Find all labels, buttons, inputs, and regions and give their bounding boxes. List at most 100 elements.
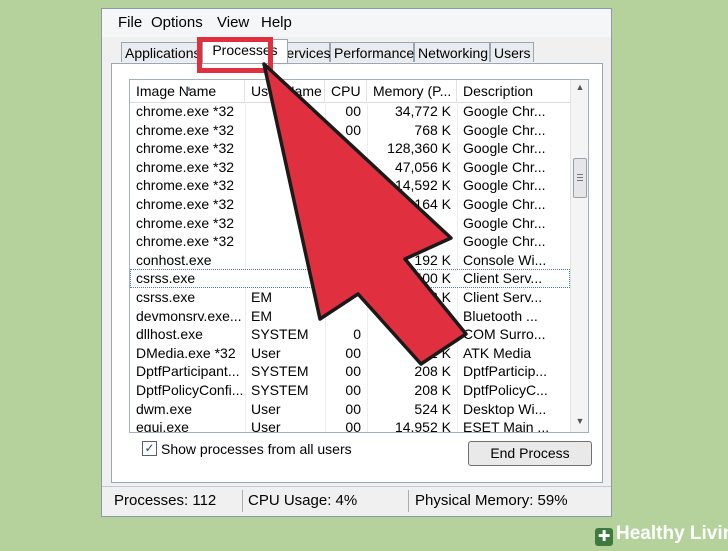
cpu-cell: 00 bbox=[345, 382, 361, 398]
status-cpu: CPU Usage: 4% bbox=[248, 492, 358, 509]
table-row[interactable]: chrome.exe *32 Google Chr... bbox=[130, 232, 570, 251]
process-list[interactable]: Image Name ▲ User Name CPU Memory (P... … bbox=[129, 79, 589, 433]
scroll-down-arrow-icon[interactable]: ▼ bbox=[571, 416, 588, 430]
column-user-name[interactable]: User Name bbox=[245, 80, 325, 102]
cpu-cell: 00 bbox=[345, 121, 361, 138]
description-cell: ATK Media bbox=[463, 344, 532, 361]
table-row[interactable]: chrome.exe *32 164 K Google Chr... bbox=[130, 195, 570, 214]
scroll-up-arrow-icon[interactable]: ▲ bbox=[571, 82, 588, 96]
cpu-cell: 0 bbox=[353, 326, 361, 343]
menu-options[interactable]: Options bbox=[151, 14, 203, 31]
tab-applications[interactable]: Applications bbox=[121, 42, 201, 62]
table-row[interactable]: DptfParticipant... SYSTEM 00 208 K DptfParti… bbox=[130, 362, 570, 381]
table-row[interactable]: chrome.exe *32 47,056 K Google Chr... bbox=[130, 158, 570, 177]
column-image-name[interactable]: Image Name ▲ bbox=[130, 80, 245, 102]
table-row[interactable]: conhost.exe 192 K Console Wi... bbox=[130, 251, 570, 270]
table-row[interactable]: DptfPolicyConfi... SYSTEM 00 208 K DptfPolic… bbox=[130, 381, 570, 400]
table-row[interactable]: chrome.exe *32 00 768 K Google Chr... bbox=[130, 121, 570, 140]
column-cpu[interactable]: CPU bbox=[325, 80, 367, 102]
user-name-cell: EM bbox=[251, 289, 272, 305]
memory-cell: 208 K bbox=[414, 382, 451, 398]
column-image-name-label: Image Name bbox=[136, 83, 217, 99]
cpu-cell: 00 bbox=[345, 103, 361, 119]
tab-performance[interactable]: Performance bbox=[330, 42, 414, 62]
memory-cell: 14,592 K bbox=[394, 177, 451, 194]
description-cell: Google Chr... bbox=[463, 103, 546, 119]
status-processes: Processes: 112 bbox=[114, 492, 217, 509]
table-row[interactable]: chrome.exe *32 Google Chr... bbox=[130, 214, 570, 233]
table-row[interactable]: egui.exe User 00 14,952 K ESET Main ... bbox=[130, 418, 570, 433]
memory-cell: 1,400 K bbox=[402, 270, 451, 287]
vertical-scrollbar[interactable]: ▲ ▼ bbox=[570, 80, 588, 432]
description-cell: Desktop Wi... bbox=[463, 400, 547, 417]
user-name-cell: User bbox=[251, 344, 281, 361]
description-cell: Google Chr... bbox=[463, 214, 546, 231]
memory-cell: 34,772 K bbox=[394, 103, 451, 119]
menu-file[interactable]: File bbox=[118, 14, 142, 31]
image-name-cell: egui.exe bbox=[136, 419, 189, 433]
cpu-cell: 00 bbox=[345, 419, 361, 433]
image-name-cell: chrome.exe *32 bbox=[136, 140, 235, 157]
show-all-users-checkbox[interactable]: ✓ bbox=[142, 441, 157, 456]
image-name-cell: chrome.exe *32 bbox=[136, 233, 235, 250]
user-name-cell: User bbox=[251, 419, 281, 433]
table-row[interactable]: csrss.exe EM 2,092 K Client Serv... bbox=[130, 288, 570, 307]
description-cell: Google Chr... bbox=[463, 196, 546, 212]
memory-cell: 524 K bbox=[414, 400, 451, 417]
menu-bar: File Options View Help bbox=[102, 9, 611, 37]
table-row[interactable]: chrome.exe *32 14,592 K Google Chr... bbox=[130, 176, 570, 195]
status-bar: Processes: 112 CPU Usage: 4% Physical Me… bbox=[102, 486, 611, 516]
scrollbar-thumb[interactable] bbox=[573, 158, 587, 198]
description-cell: DptfPolicyC... bbox=[463, 382, 548, 398]
description-cell: DptfParticip... bbox=[463, 363, 548, 380]
image-name-cell: DptfPolicyConfi... bbox=[136, 382, 244, 398]
user-name-cell: SYSTEM bbox=[251, 382, 309, 398]
grip-line bbox=[577, 177, 583, 178]
description-cell: Google Chr... bbox=[463, 177, 546, 194]
menu-help[interactable]: Help bbox=[261, 14, 292, 31]
table-row[interactable]: devmonsrv.exe... EM 1,044 K Bluetooth ... bbox=[130, 307, 570, 326]
description-cell: Client Serv... bbox=[463, 289, 543, 305]
image-name-cell: DptfParticipant... bbox=[136, 363, 240, 380]
image-name-cell: chrome.exe *32 bbox=[136, 177, 235, 194]
user-name-cell: SYSTEM bbox=[251, 326, 309, 343]
tab-networking[interactable]: Networking bbox=[414, 42, 490, 62]
column-description[interactable]: Description bbox=[457, 80, 570, 102]
cpu-cell: 00 bbox=[345, 344, 361, 361]
show-all-users-label: Show processes from all users bbox=[161, 441, 352, 457]
tab-highlight-box bbox=[197, 37, 273, 73]
table-row[interactable]: chrome.exe *32 128,360 K Google Chr... bbox=[130, 139, 570, 158]
description-cell: Google Chr... bbox=[463, 140, 546, 157]
table-row[interactable]: csrss.exe 1,400 K Client Serv... bbox=[130, 269, 570, 288]
memory-cell: 864 K bbox=[414, 326, 451, 343]
image-name-cell: chrome.exe *32 bbox=[136, 196, 235, 212]
table-row[interactable]: dwm.exe User 00 524 K Desktop Wi... bbox=[130, 400, 570, 419]
memory-cell: 47,056 K bbox=[394, 158, 451, 175]
tab-users[interactable]: Users bbox=[490, 42, 534, 62]
memory-cell: 14,952 K bbox=[394, 419, 451, 433]
table-row[interactable]: DMedia.exe *32 User 00 472 K ATK Media bbox=[130, 344, 570, 363]
column-memory[interactable]: Memory (P... bbox=[367, 80, 457, 102]
memory-cell: 128,360 K bbox=[387, 140, 451, 157]
table-row[interactable]: dllhost.exe SYSTEM 0 864 K COM Surro... bbox=[130, 325, 570, 344]
memory-cell: 164 K bbox=[414, 196, 451, 212]
status-divider bbox=[408, 490, 409, 512]
description-cell: Google Chr... bbox=[463, 233, 546, 250]
image-name-cell: chrome.exe *32 bbox=[136, 103, 235, 119]
description-cell: Google Chr... bbox=[463, 121, 546, 138]
image-name-cell: conhost.exe bbox=[136, 251, 212, 268]
image-name-cell: dllhost.exe bbox=[136, 326, 203, 343]
image-name-cell: csrss.exe bbox=[136, 270, 196, 287]
description-cell: COM Surro... bbox=[463, 326, 546, 343]
watermark-text: Healthy Living bbox=[616, 523, 728, 544]
table-row[interactable]: chrome.exe *32 00 34,772 K Google Chr... bbox=[130, 102, 570, 121]
end-process-button[interactable]: End Process bbox=[468, 441, 592, 466]
image-name-cell: chrome.exe *32 bbox=[136, 121, 235, 138]
memory-cell: 208 K bbox=[414, 363, 451, 380]
image-name-cell: csrss.exe bbox=[136, 289, 196, 305]
cpu-cell: 00 bbox=[345, 363, 361, 380]
sort-arrow-icon: ▲ bbox=[185, 84, 193, 93]
image-name-cell: DMedia.exe *32 bbox=[136, 344, 236, 361]
menu-view[interactable]: View bbox=[217, 14, 249, 31]
user-name-cell: SYSTEM bbox=[251, 363, 309, 380]
